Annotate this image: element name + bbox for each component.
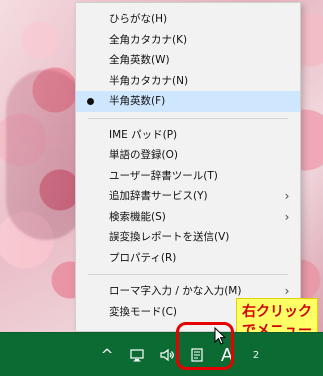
menu-item-label: 全角英数(W) bbox=[109, 54, 170, 66]
ime-indicator[interactable]: A bbox=[218, 343, 236, 367]
menu-item-search-function[interactable]: 検索機能(S) › bbox=[76, 207, 300, 228]
menu-item-label: 半角英数(F) bbox=[109, 95, 166, 107]
network-icon[interactable] bbox=[128, 343, 146, 367]
menu-item-hankaku-katakana[interactable]: 半角カタカナ(N) bbox=[76, 71, 300, 92]
chevron-right-icon: › bbox=[284, 189, 290, 203]
menu-item-user-dictionary-tool[interactable]: ユーザー辞書ツール(T) bbox=[76, 166, 300, 187]
menu-item-label: ローマ字入力 / かな入力(M) bbox=[109, 285, 242, 297]
menu-item-label: 半角カタカナ(N) bbox=[109, 74, 189, 87]
taskbar: ^ A 2 bbox=[0, 332, 323, 376]
menu-item-label: 単語の登録(O) bbox=[109, 149, 178, 161]
system-tray: ^ A 2 bbox=[98, 343, 264, 367]
menu-item-hankaku-eisu[interactable]: 半角英数(F) bbox=[76, 91, 300, 112]
menu-item-label: 検索機能(S) bbox=[109, 210, 166, 223]
menu-item-label: 追加辞書サービス(Y) bbox=[109, 190, 208, 202]
menu-separator bbox=[88, 117, 288, 119]
chevron-right-icon: › bbox=[284, 209, 290, 224]
menu-item-zenkaku-katakana[interactable]: 全角カタカナ(K) bbox=[76, 30, 300, 51]
volume-icon[interactable] bbox=[158, 343, 176, 367]
menu-item-label: 全角カタカナ(K) bbox=[109, 33, 188, 46]
clock-partial[interactable]: 2 bbox=[248, 343, 264, 367]
menu-item-ime-pad[interactable]: IME パッド(P) bbox=[76, 125, 300, 146]
menu-item-label: プロパティ(R) bbox=[109, 251, 177, 264]
menu-item-label: ユーザー辞書ツール(T) bbox=[109, 169, 218, 182]
chevron-up-icon[interactable]: ^ bbox=[98, 343, 116, 367]
menu-item-label: 変換モード(C) bbox=[109, 305, 178, 318]
menu-item-hiragana[interactable]: ひらがな(H) bbox=[76, 9, 300, 30]
menu-item-additional-dictionary-service[interactable]: 追加辞書サービス(Y) › bbox=[76, 186, 300, 207]
menu-separator bbox=[88, 274, 288, 275]
menu-item-word-registration[interactable]: 単語の登録(O) bbox=[76, 145, 300, 166]
tablet-mode-icon[interactable] bbox=[188, 343, 206, 367]
menu-item-label: ひらがな(H) bbox=[109, 13, 168, 25]
menu-item-properties[interactable]: プロパティ(R) bbox=[76, 248, 300, 269]
menu-item-send-misconversion-report[interactable]: 誤変換レポートを送信(V) bbox=[76, 227, 300, 248]
ime-context-menu: ひらがな(H) 全角カタカナ(K) 全角英数(W) 半角カタカナ(N) 半角英数… bbox=[75, 2, 301, 332]
selected-bullet-icon bbox=[87, 98, 94, 105]
menu-item-zenkaku-eisu[interactable]: 全角英数(W) bbox=[76, 50, 300, 71]
menu-item-label: 誤変換レポートを送信(V) bbox=[109, 231, 230, 243]
menu-item-label: IME パッド(P) bbox=[109, 128, 178, 141]
